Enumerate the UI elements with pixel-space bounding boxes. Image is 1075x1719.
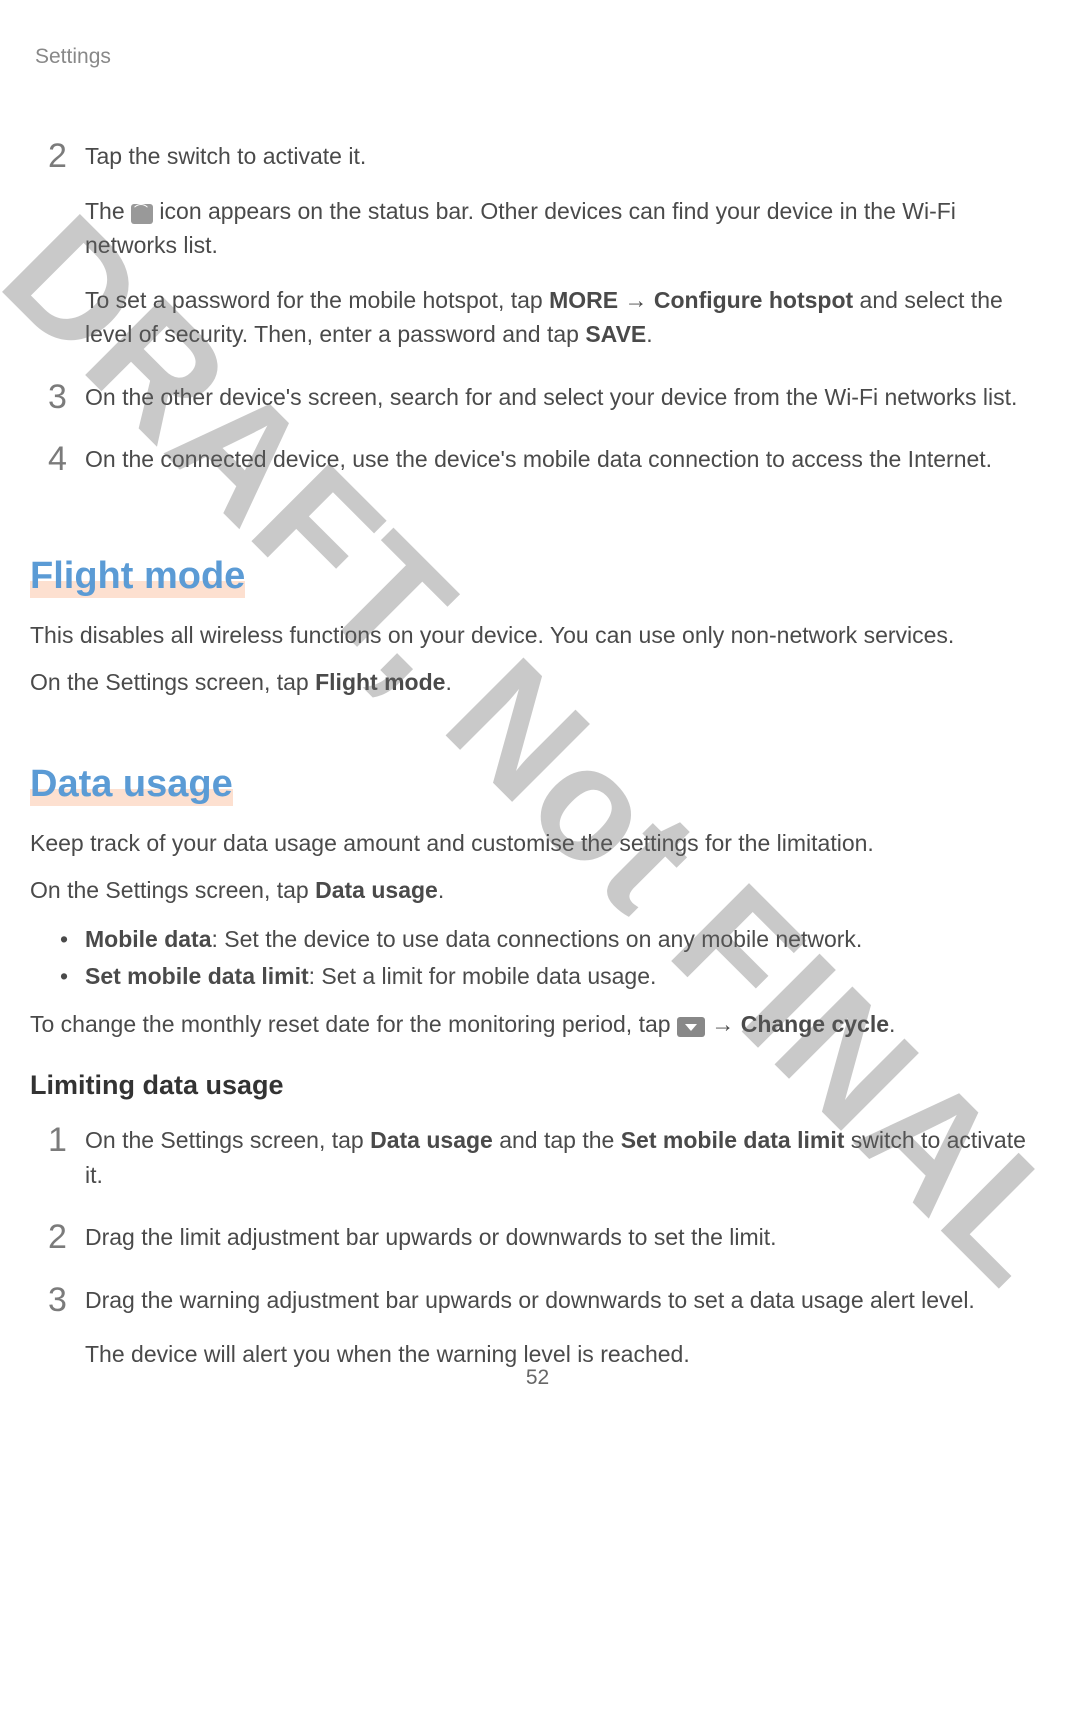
step-paragraph: On the connected device, use the device'… [85, 442, 1030, 477]
step-number: 1 [30, 1123, 85, 1157]
list-item: Mobile data: Set the device to use data … [60, 921, 1045, 958]
text-span: Configure hotspot [654, 287, 853, 313]
data-usage-heading: Data usage [30, 763, 233, 806]
text-span: Flight mode [315, 669, 445, 695]
text-span: icon appears on the status bar. Other de… [85, 198, 956, 259]
text-span: Keep track of your data usage amount and… [30, 830, 874, 856]
text-span: Mobile data [85, 926, 212, 952]
text-span: On the other device's screen, search for… [85, 384, 1017, 410]
step-content: Drag the warning adjustment bar upwards … [85, 1283, 1045, 1372]
step-paragraph: Tap the switch to activate it. [85, 139, 1030, 174]
flight-mode-heading: Flight mode [30, 555, 245, 598]
body-paragraph: On the Settings screen, tap Data usage. [30, 873, 1045, 909]
step-content: On the connected device, use the device'… [85, 442, 1045, 477]
text-span: . [445, 669, 451, 695]
body-paragraph: This disables all wireless functions on … [30, 618, 1045, 654]
step-content: Tap the switch to activate it. The icon a… [85, 139, 1045, 352]
text-span: The device will alert you when the warni… [85, 1341, 690, 1367]
text-span: Drag the warning adjustment bar upwards … [85, 1287, 975, 1313]
text-span: . [646, 321, 652, 347]
text-span: . [889, 1011, 895, 1037]
text-span: On the Settings screen, tap [85, 1127, 370, 1153]
text-span: Data usage [370, 1127, 493, 1153]
text-span: . [438, 877, 444, 903]
text-span: Tap the switch to activate it. [85, 143, 366, 169]
text-span: The [85, 198, 131, 224]
step-number: 2 [30, 139, 85, 173]
text-span: Set mobile data limit [85, 963, 309, 989]
step-paragraph: The device will alert you when the warni… [85, 1337, 1030, 1372]
text-span: Data usage [315, 877, 438, 903]
dropdown-icon [677, 1017, 705, 1037]
step-content: Drag the limit adjustment bar upwards or… [85, 1220, 1045, 1255]
text-span: MORE [549, 287, 618, 313]
text-span: → [705, 1011, 741, 1037]
body-paragraph: On the Settings screen, tap Flight mode. [30, 665, 1045, 701]
text-span: Drag the limit adjustment bar upwards or… [85, 1224, 777, 1250]
text-span: Set mobile data limit [621, 1127, 845, 1153]
text-span: To set a password for the mobile hotspot… [85, 287, 549, 313]
text-span: To change the monthly reset date for the… [30, 1011, 677, 1037]
text-span: On the connected device, use the device'… [85, 446, 992, 472]
step-item: 2Tap the switch to activate it. The icon … [30, 139, 1045, 352]
wifi-icon [131, 204, 153, 224]
step-item: 1On the Settings screen, tap Data usage … [30, 1123, 1045, 1192]
step-number: 3 [30, 380, 85, 414]
text-span: Change cycle [741, 1011, 889, 1037]
step-number: 2 [30, 1220, 85, 1254]
page-header: Settings [30, 45, 1045, 69]
step-paragraph: Drag the limit adjustment bar upwards or… [85, 1220, 1030, 1255]
step-number: 4 [30, 442, 85, 476]
text-span: and tap the [493, 1127, 621, 1153]
step-paragraph: The icon appears on the status bar. Othe… [85, 194, 1030, 263]
step-paragraph: To set a password for the mobile hotspot… [85, 283, 1030, 352]
text-span: On the Settings screen, tap [30, 877, 315, 903]
data-usage-bullets: Mobile data: Set the device to use data … [30, 921, 1045, 995]
step-content: On the Settings screen, tap Data usage a… [85, 1123, 1045, 1192]
text-span: On the Settings screen, tap [30, 669, 315, 695]
step-number: 3 [30, 1283, 85, 1317]
step-paragraph: On the other device's screen, search for… [85, 380, 1030, 415]
step-item: 3On the other device's screen, search fo… [30, 380, 1045, 415]
body-paragraph: Keep track of your data usage amount and… [30, 826, 1045, 862]
step-item: 4On the connected device, use the device… [30, 442, 1045, 477]
step-item: 2Drag the limit adjustment bar upwards o… [30, 1220, 1045, 1255]
list-item: Set mobile data limit: Set a limit for m… [60, 958, 1045, 995]
text-span: SAVE [585, 321, 646, 347]
text-span: : Set a limit for mobile data usage. [309, 963, 657, 989]
limiting-data-usage-heading: Limiting data usage [30, 1070, 1045, 1101]
text-span: : Set the device to use data connections… [212, 926, 863, 952]
text-span: This disables all wireless functions on … [30, 622, 954, 648]
text-span: → [618, 287, 654, 313]
step-paragraph: Drag the warning adjustment bar upwards … [85, 1283, 1030, 1318]
body-paragraph: To change the monthly reset date for the… [30, 1007, 1045, 1043]
step-content: On the other device's screen, search for… [85, 380, 1045, 415]
step-paragraph: On the Settings screen, tap Data usage a… [85, 1123, 1030, 1192]
step-item: 3Drag the warning adjustment bar upwards… [30, 1283, 1045, 1372]
